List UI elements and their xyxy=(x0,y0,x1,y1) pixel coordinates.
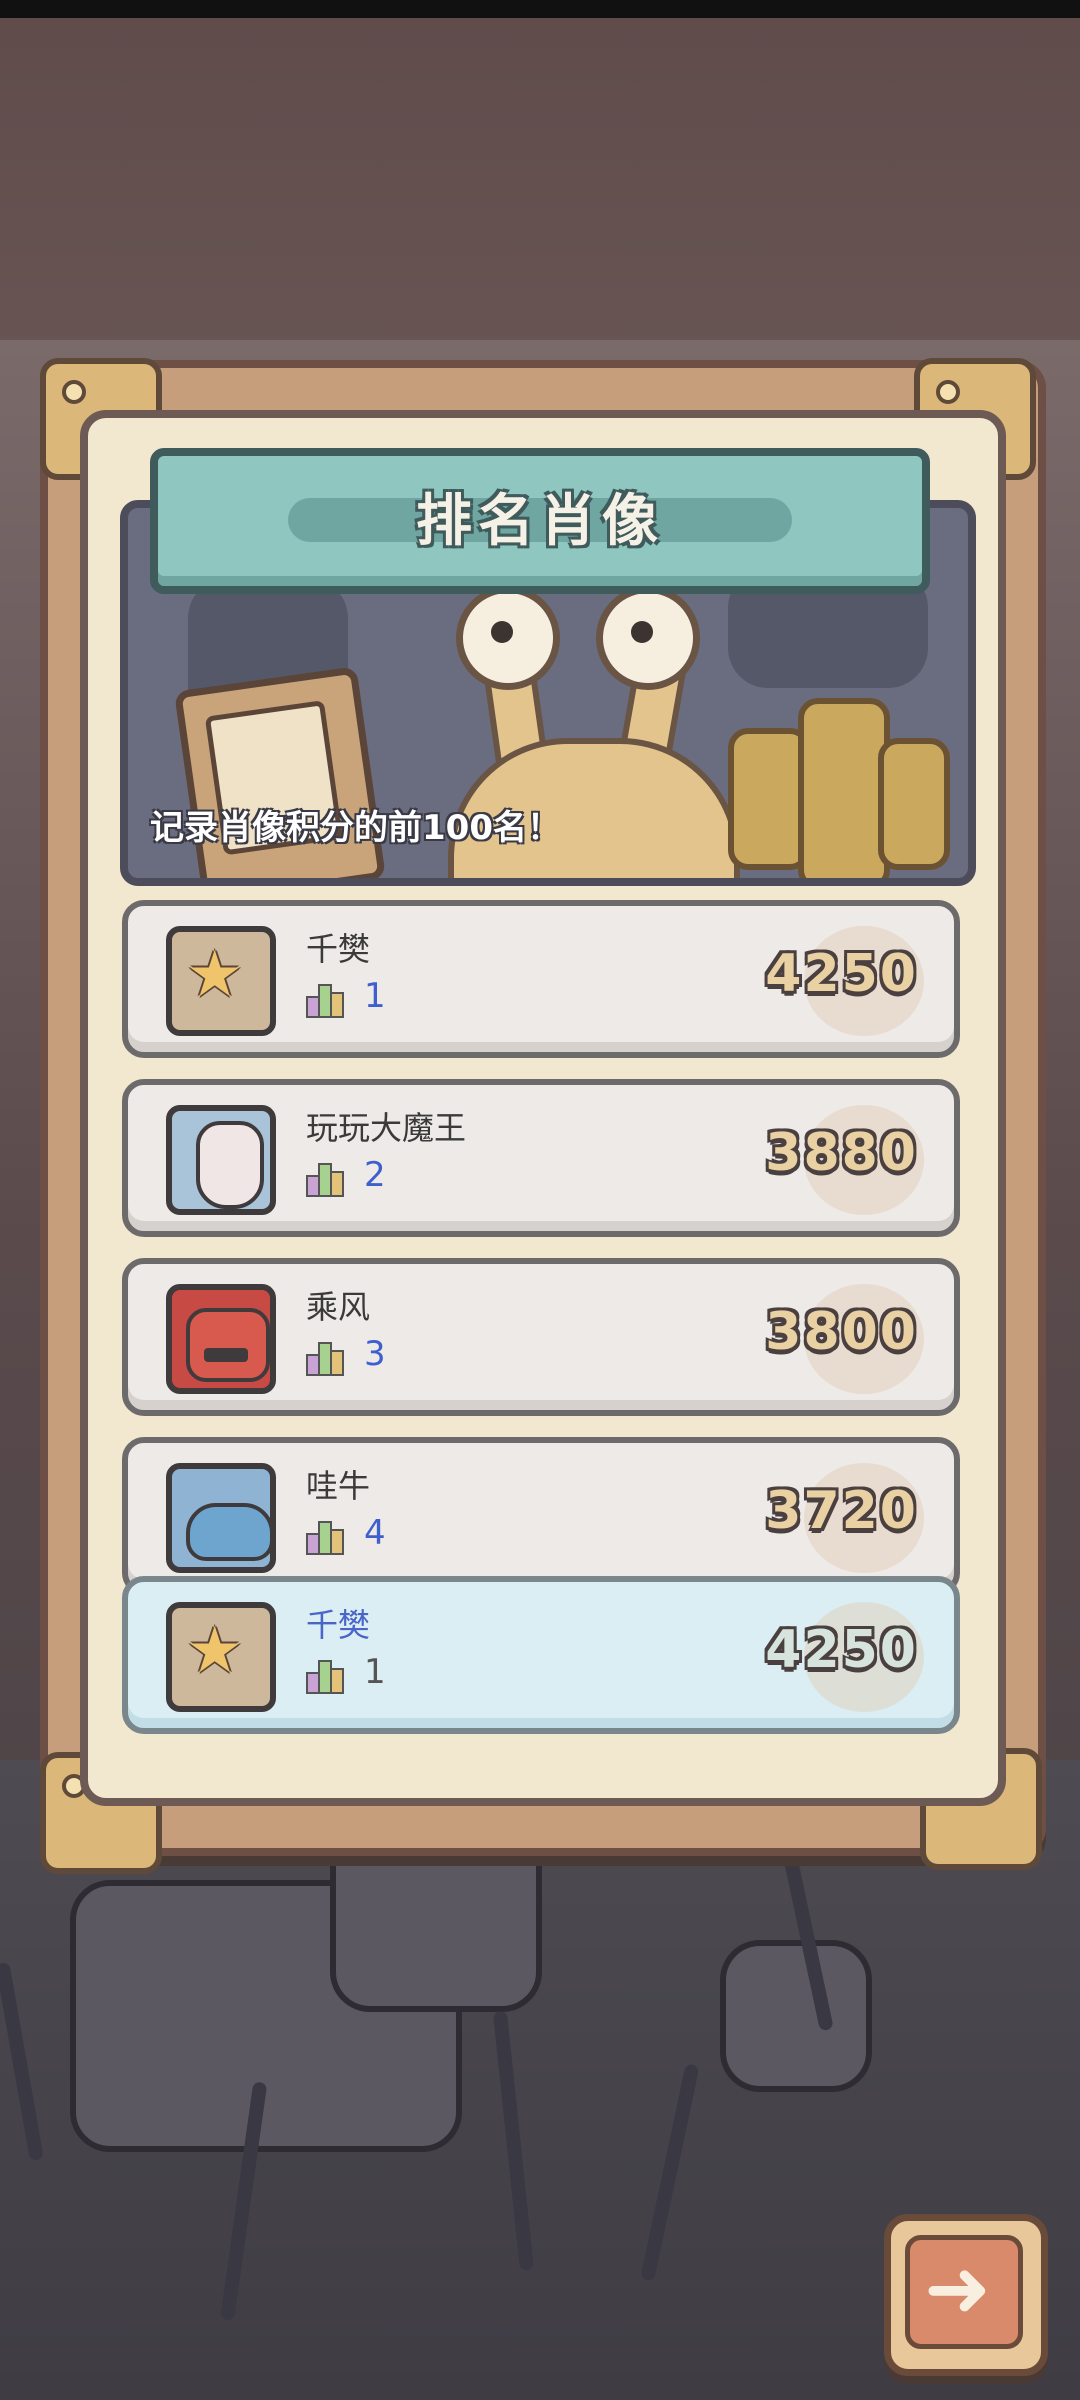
book-icon xyxy=(174,666,386,878)
rank-number: 1 xyxy=(364,976,386,1016)
star-trophy-icon: ★ xyxy=(166,1602,276,1712)
golden-statue-icon xyxy=(798,698,890,878)
demon-face-icon xyxy=(166,1105,276,1215)
grass xyxy=(640,2063,700,2282)
title-plate: 排名肖像 xyxy=(150,448,930,594)
background-top xyxy=(0,18,1080,348)
ranking-row[interactable]: 哇牛 4 3720 xyxy=(122,1437,960,1595)
next-button[interactable]: ➜ xyxy=(884,2214,1048,2376)
score-value: 3720 xyxy=(765,1481,918,1541)
golden-statue-icon xyxy=(878,738,950,870)
ranking-row[interactable]: 乘风 3 3800 xyxy=(122,1258,960,1416)
player-name: 哇牛 xyxy=(306,1467,371,1505)
player-name: 千樊 xyxy=(306,1606,371,1644)
my-ranking-row[interactable]: ★ 千樊 1 4250 xyxy=(122,1576,960,1734)
rank-number: 2 xyxy=(364,1155,386,1195)
rank-podium-icon xyxy=(306,1660,346,1694)
ranking-row[interactable]: 玩玩大魔王 2 3880 xyxy=(122,1079,960,1237)
status-bar xyxy=(0,0,1080,18)
banner-subtitle: 记录肖像积分的前100名！ xyxy=(150,808,561,848)
snail-eye xyxy=(456,586,560,690)
page-title: 排名肖像 xyxy=(416,489,664,554)
next-button-face: ➜ xyxy=(905,2235,1023,2349)
score-value: 4250 xyxy=(765,1620,918,1680)
player-name: 乘风 xyxy=(306,1288,371,1326)
grass xyxy=(0,1961,44,2162)
score-value: 3880 xyxy=(765,1123,918,1183)
star-trophy-icon: ★ xyxy=(166,926,276,1036)
rank-number: 4 xyxy=(364,1513,386,1553)
rank-podium-icon xyxy=(306,1163,346,1197)
snail-eye xyxy=(596,586,700,690)
rock xyxy=(720,1940,872,2092)
score-value: 4250 xyxy=(765,944,918,1004)
fish-monster-icon xyxy=(166,1463,276,1573)
player-name: 玩玩大魔王 xyxy=(306,1109,467,1147)
rank-podium-icon xyxy=(306,1521,346,1555)
grass xyxy=(492,2010,534,2271)
red-monster-icon xyxy=(166,1284,276,1394)
ranking-row[interactable]: ★ 千樊 1 4250 xyxy=(122,900,960,1058)
player-name: 千樊 xyxy=(306,930,371,968)
rank-number: 3 xyxy=(364,1334,386,1374)
right-arrow-icon: ➜ xyxy=(924,2242,992,2335)
rank-number: 1 xyxy=(364,1652,386,1692)
score-value: 3800 xyxy=(765,1302,918,1362)
rank-podium-icon xyxy=(306,984,346,1018)
rank-podium-icon xyxy=(306,1342,346,1376)
